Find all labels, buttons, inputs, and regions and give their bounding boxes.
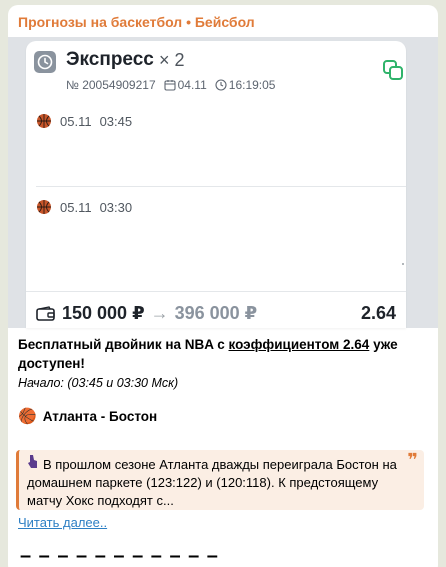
event-row: 05.11 03:30 <box>36 199 132 215</box>
quote-text: В прошлом сезоне Атланта дважды переигра… <box>27 457 397 508</box>
intro-text: Бесплатный двойник на NBA с коэффициенто… <box>18 335 428 373</box>
basketball-icon <box>37 114 51 128</box>
intro-text-pre: Бесплатный двойник на NBA с <box>18 337 229 352</box>
event-date: 05.11 <box>60 199 92 215</box>
channel-name[interactable]: Прогнозы на баскетбол • Бейсбол <box>18 14 255 30</box>
start-time-text: Начало: (03:45 и 03:30 Мск) <box>18 376 179 390</box>
calendar-icon <box>164 80 176 91</box>
divider <box>26 291 406 292</box>
basketball-icon <box>37 200 51 214</box>
match-name: Атланта - Бостон <box>42 408 158 424</box>
separator-line: – – – – – – – – – – – <box>20 545 219 567</box>
event-time: 03:30 <box>99 199 133 215</box>
bet-slip-image[interactable]: Экспресс × 2 № 20054909217 04.11 16:19:0… <box>8 37 438 328</box>
read-more-link[interactable]: Читать далее.. <box>18 515 107 530</box>
quote-block: ❞ В прошлом сезоне Атланта дважды переиг… <box>16 450 424 510</box>
total-coefficient: 2.64 <box>360 303 396 323</box>
sum-row: 150 000 ₽ → 396 000 ₽ <box>36 303 257 324</box>
event-date: 05.11 <box>60 113 92 129</box>
wallet-icon <box>36 305 55 321</box>
event-time: 03:45 <box>99 113 133 129</box>
bet-slip-card: Экспресс × 2 № 20054909217 04.11 16:19:0… <box>26 41 406 328</box>
payout-amount: 396 000 ₽ <box>174 303 258 323</box>
bet-number: № 20054909217 <box>66 78 156 92</box>
copy-icon[interactable] <box>382 59 404 86</box>
stake-amount: 150 000 ₽ <box>62 303 145 323</box>
bet-type-title: Экспресс <box>66 49 154 70</box>
divider <box>36 186 406 187</box>
match-title: 🏀 Атланта - Бостон <box>18 407 428 425</box>
bet-multiplier: × 2 <box>159 50 185 70</box>
arrow-right-icon: → <box>150 303 169 323</box>
message-bubble: Прогнозы на баскетбол • Бейсбол Экспресс… <box>8 5 438 567</box>
bet-date: 04.11 <box>177 78 207 92</box>
basketball-player-icon: 🏀 <box>18 408 37 425</box>
quote-icon: ❞ <box>407 450 418 470</box>
hand-icon <box>27 454 39 474</box>
bet-meta: № 20054909217 04.11 16:19:05 <box>66 78 275 92</box>
message-text: Бесплатный двойник на NBA с коэффициенто… <box>18 335 428 425</box>
bet-time: 16:19:05 <box>228 78 276 92</box>
clock-icon <box>34 51 56 73</box>
dot-mark <box>402 263 404 265</box>
time-icon <box>215 79 227 91</box>
event-row: 05.11 03:45 <box>36 113 132 129</box>
coefficient-highlight: коэффициентом 2.64 <box>228 337 370 352</box>
